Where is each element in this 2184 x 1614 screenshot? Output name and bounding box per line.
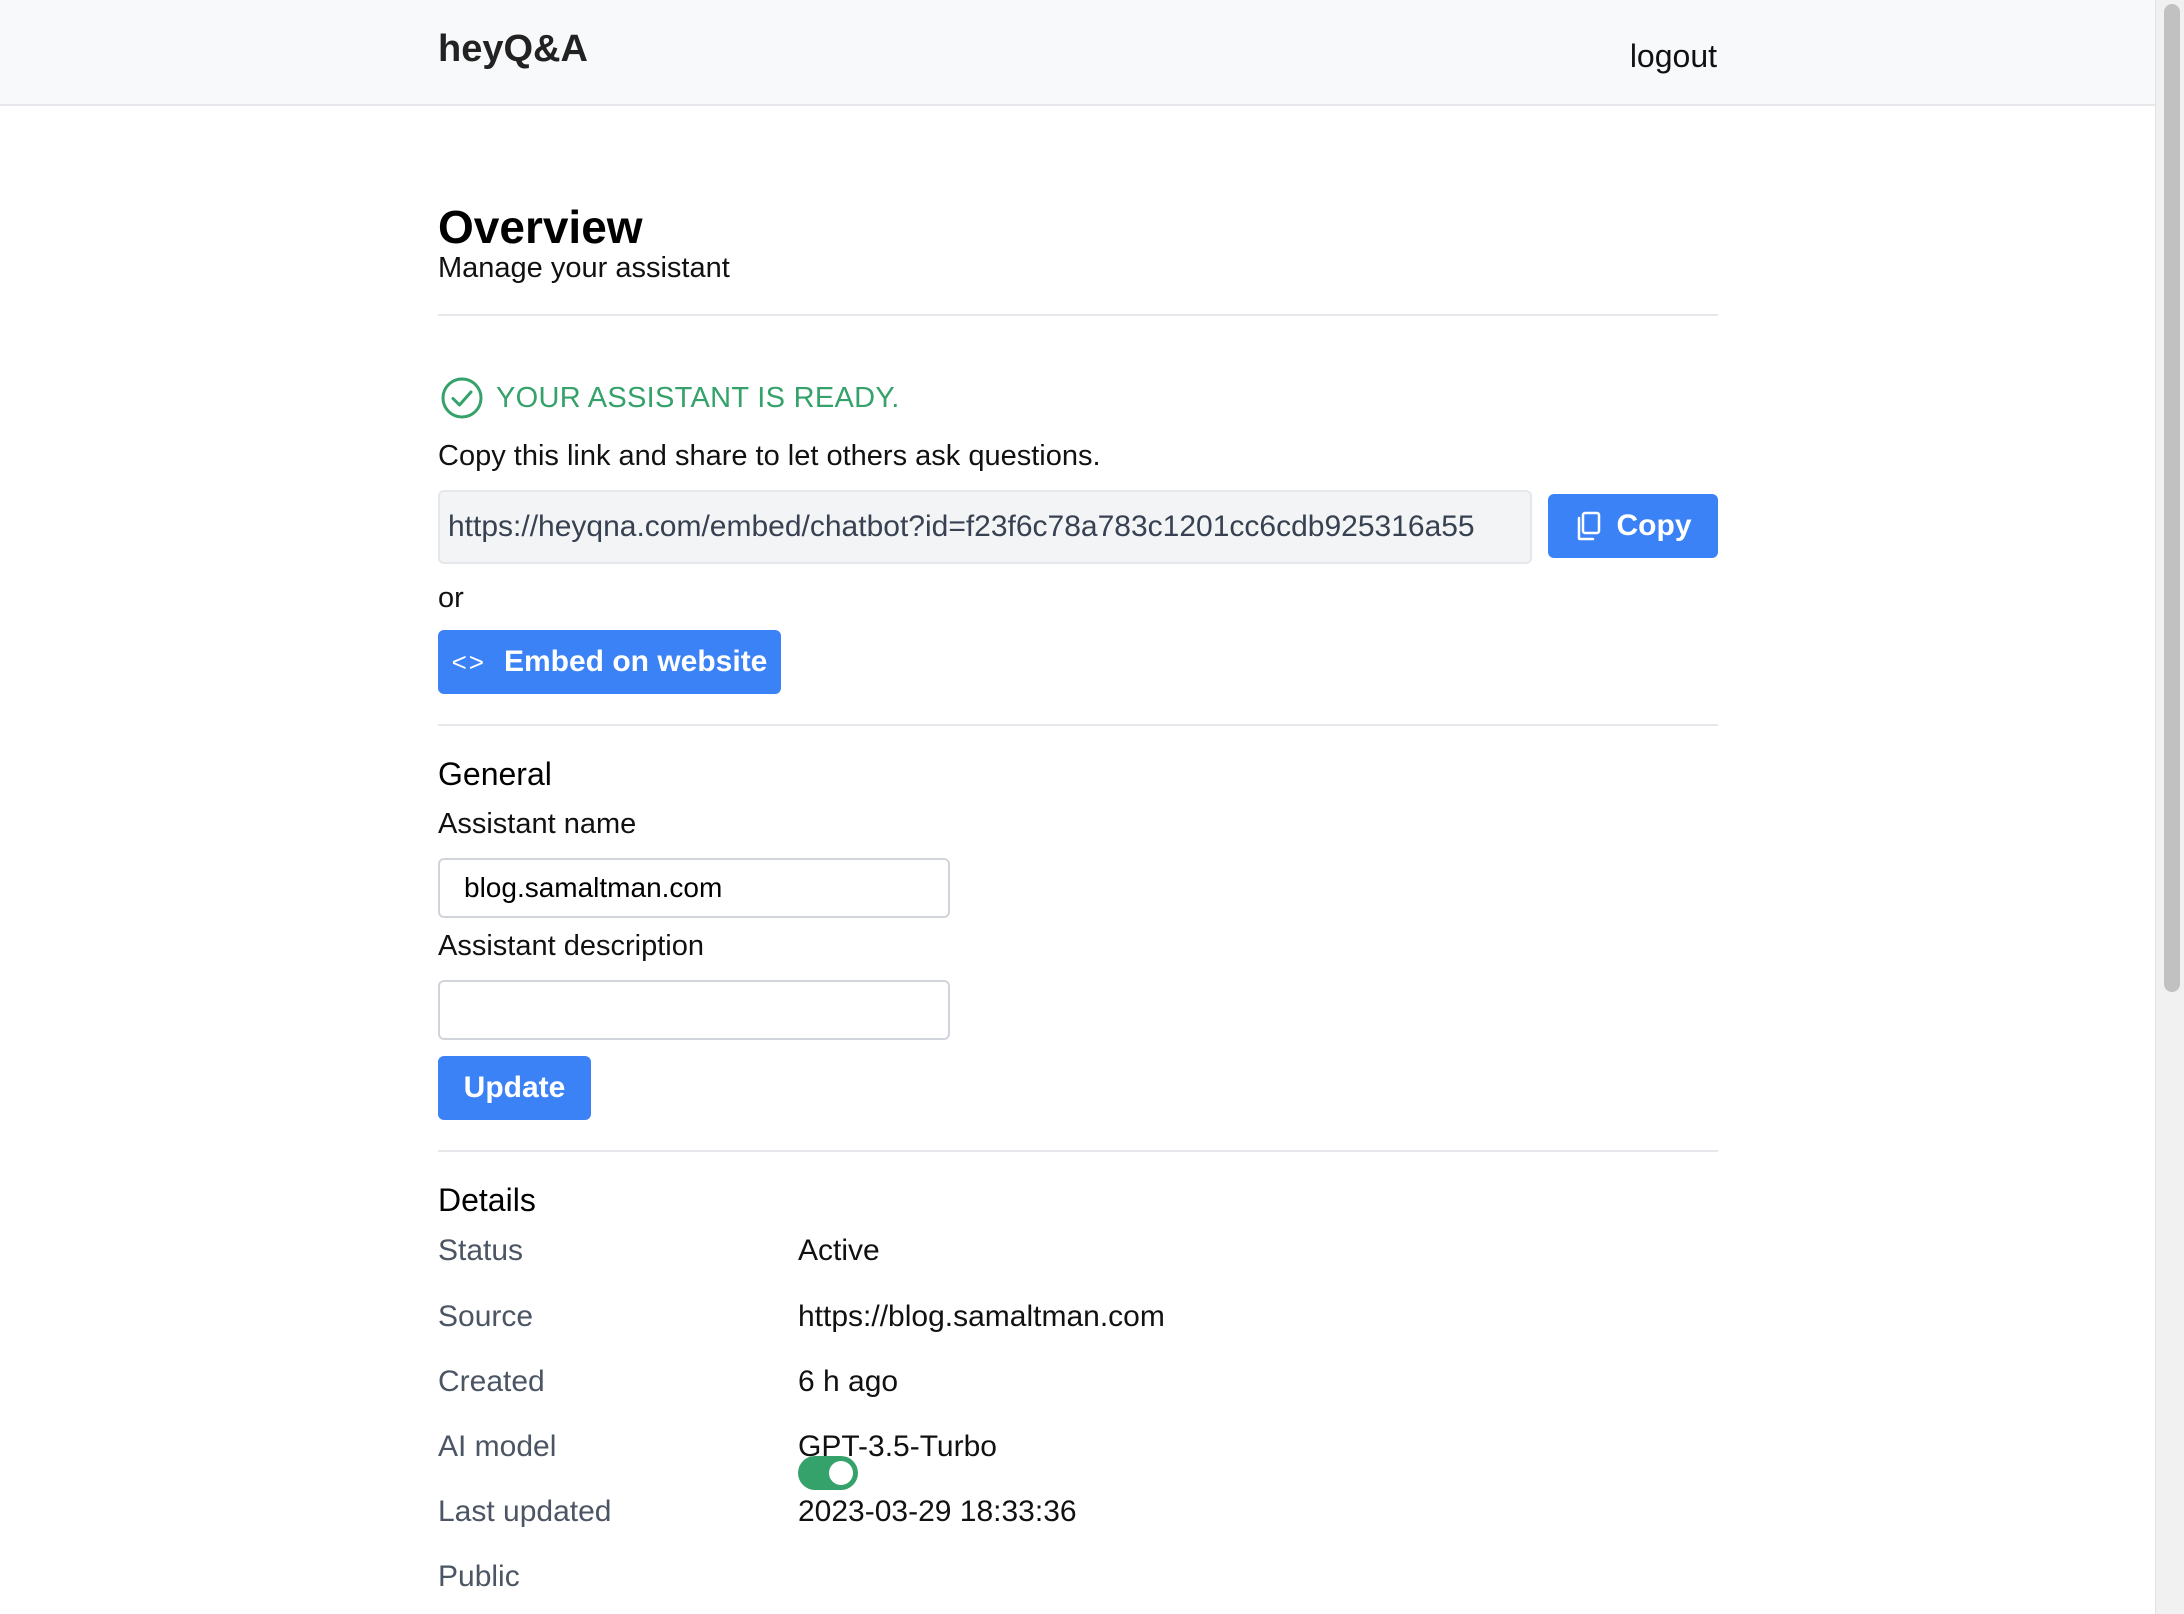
public-toggle[interactable] (798, 1456, 858, 1490)
embed-on-website-button[interactable]: <> Embed on website (438, 630, 781, 694)
detail-status-value: Active (798, 1234, 880, 1267)
code-icon: <> (451, 646, 486, 677)
ready-status: YOUR ASSISTANT IS READY. (440, 376, 900, 420)
detail-status-key: Status (438, 1234, 524, 1267)
share-instructions: Copy this link and share to let others a… (438, 440, 1101, 472)
detail-source-key: Source (438, 1300, 534, 1333)
page-subtitle: Manage your assistant (438, 252, 730, 284)
detail-source-value: https://blog.samaltman.com (798, 1300, 1165, 1333)
copy-icon (1577, 511, 1600, 541)
page-title: Overview (438, 201, 643, 253)
ready-status-text: YOUR ASSISTANT IS READY. (496, 381, 900, 414)
divider (438, 1150, 1718, 1152)
copy-button[interactable]: Copy (1548, 494, 1718, 558)
general-section-title: General (438, 756, 552, 792)
embed-button-label: Embed on website (503, 645, 768, 678)
scrollbar-track[interactable] (2155, 0, 2184, 1614)
scrollbar-thumb[interactable] (2164, 4, 2180, 992)
update-button[interactable]: Update (438, 1056, 591, 1120)
divider (438, 724, 1718, 726)
check-circle-icon (441, 377, 483, 419)
copy-button-label: Copy (1616, 509, 1692, 542)
detail-ai-model-key: AI model (438, 1430, 557, 1463)
details-section-title: Details (438, 1182, 536, 1218)
assistant-description-input[interactable] (438, 980, 950, 1040)
navbar: heyQ&A logout (0, 0, 2156, 106)
toggle-knob (829, 1461, 853, 1485)
or-separator: or (438, 582, 464, 614)
logout-link[interactable]: logout (1630, 38, 1717, 75)
detail-last-updated-value: 2023-03-29 18:33:36 (798, 1495, 1077, 1528)
detail-public-key: Public (438, 1560, 520, 1593)
divider (438, 314, 1718, 316)
assistant-description-label: Assistant description (438, 930, 704, 962)
assistant-name-label: Assistant name (438, 808, 637, 840)
detail-created-key: Created (438, 1365, 545, 1398)
page: heyQ&A logout Overview Manage your assis… (0, 0, 2156, 1614)
brand-logo[interactable]: heyQ&A (438, 28, 588, 71)
detail-last-updated-key: Last updated (438, 1495, 612, 1528)
detail-created-value: 6 h ago (798, 1365, 899, 1398)
share-link-field[interactable]: https://heyqna.com/embed/chatbot?id=f23f… (438, 490, 1532, 564)
assistant-name-input[interactable] (438, 858, 950, 918)
